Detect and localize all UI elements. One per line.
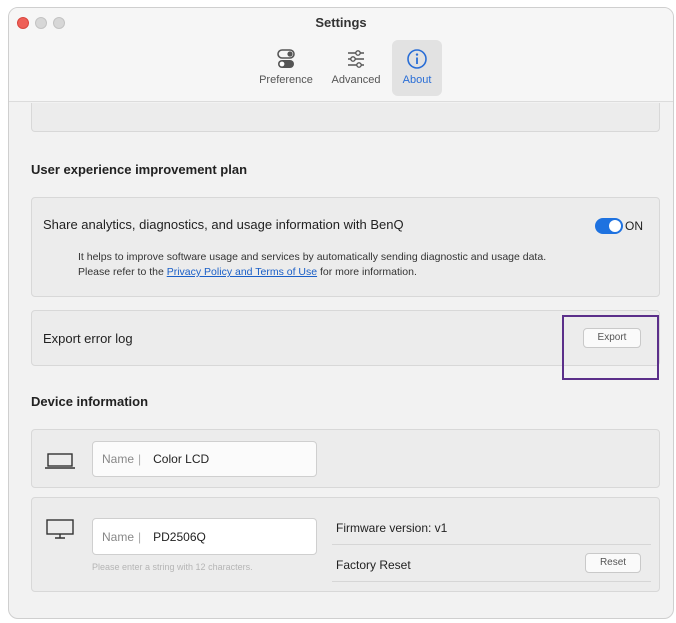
export-log-label: Export error log (43, 331, 133, 346)
about-content: User experience improvement plan Share a… (9, 103, 673, 618)
ux-section-title: User experience improvement plan (31, 162, 248, 177)
previous-panel (31, 103, 660, 132)
tab-preference-label: Preference (259, 74, 313, 86)
desc-suffix: for more information. (317, 266, 417, 278)
name-hint-text: Please enter a string with 12 characters… (92, 562, 253, 572)
tab-about[interactable]: About (392, 40, 442, 96)
desc-prefix: Please refer to the (78, 266, 167, 278)
share-description-line1: It helps to improve software usage and s… (78, 251, 547, 263)
laptop-name-field[interactable]: Name | Color LCD (92, 441, 317, 477)
settings-window: Settings Preference Advanced About User … (8, 7, 674, 619)
reset-button[interactable]: Reset (585, 553, 641, 573)
monitor-device-panel: Name | PD2506Q Please enter a string wit… (31, 497, 660, 592)
monitor-name-value: PD2506Q (153, 529, 206, 544)
tab-about-label: About (402, 74, 432, 86)
firmware-version: Firmware version: v1 (336, 521, 448, 535)
window-title: Settings (315, 15, 367, 30)
monitor-name-field[interactable]: Name | PD2506Q (92, 518, 317, 555)
firmware-divider (332, 544, 651, 545)
export-highlight-box (562, 315, 659, 380)
share-analytics-toggle[interactable] (595, 218, 623, 234)
monitor-icon (46, 519, 74, 539)
toggle-switch-icon (277, 49, 295, 68)
factory-reset-label: Factory Reset (336, 558, 411, 572)
field-separator: | (138, 529, 142, 544)
share-analytics-panel: Share analytics, diagnostics, and usage … (31, 197, 660, 297)
tab-advanced[interactable]: Advanced (327, 40, 385, 96)
info-circle-icon (407, 49, 427, 69)
sliders-icon (348, 50, 364, 68)
tab-advanced-label: Advanced (331, 74, 381, 86)
share-analytics-label: Share analytics, diagnostics, and usage … (43, 217, 404, 232)
reset-divider (332, 581, 651, 582)
field-separator: | (138, 452, 142, 466)
laptop-name-label: Name (102, 452, 135, 466)
privacy-policy-link[interactable]: Privacy Policy and Terms of Use (167, 266, 317, 278)
device-section-title: Device information (31, 394, 149, 409)
monitor-name-label: Name (102, 529, 135, 544)
tab-preference[interactable]: Preference (255, 40, 317, 96)
toggle-knob (609, 220, 621, 232)
laptop-name-value: Color LCD (153, 452, 210, 466)
toggle-state-label: ON (625, 219, 643, 233)
laptop-icon (45, 453, 75, 469)
title-bar: Settings Preference Advanced About (9, 8, 673, 102)
share-description-line2: Please refer to the Privacy Policy and T… (78, 266, 417, 278)
laptop-device-panel: Name | Color LCD (31, 429, 660, 488)
